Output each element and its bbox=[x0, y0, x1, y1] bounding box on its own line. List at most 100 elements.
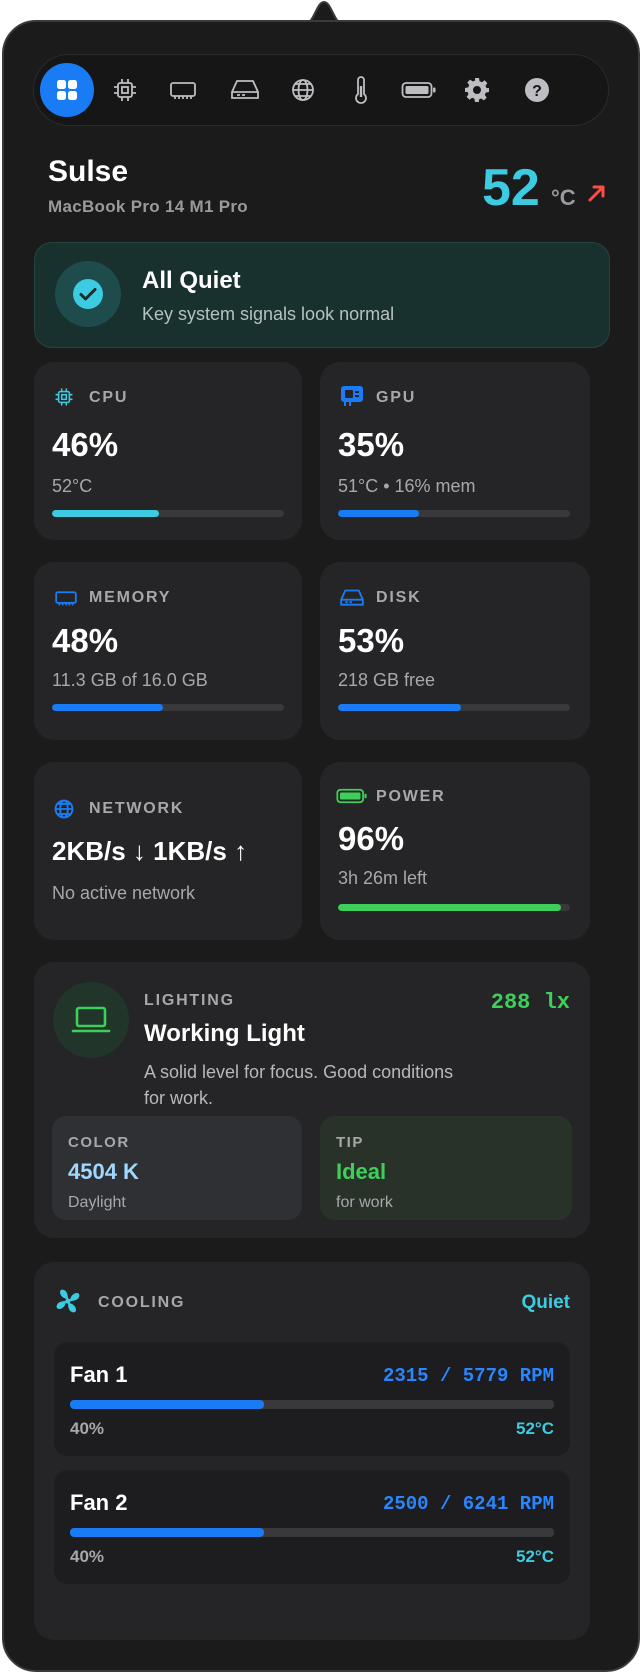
trend-up-icon bbox=[588, 185, 605, 202]
fan-percent: 40% bbox=[70, 1547, 105, 1566]
fan-speed-bar bbox=[70, 1400, 554, 1409]
network-label: NETWORK bbox=[89, 800, 185, 817]
tab-disk[interactable] bbox=[218, 63, 272, 117]
status-icon-badge bbox=[55, 261, 121, 327]
cooling-card[interactable]: COOLING Quiet Fan 1 2315 / 5779 RPM 40% … bbox=[34, 1262, 590, 1640]
cpu-icon bbox=[114, 79, 136, 101]
color-temperature-value: 4504 K bbox=[68, 1159, 139, 1184]
status-banner: All Quiet Key system signals look normal bbox=[34, 242, 610, 348]
network-throughput: 2KB/s ↓ 1KB/s ↑ bbox=[52, 836, 248, 866]
lighting-description-line-2: for work. bbox=[144, 1088, 214, 1108]
battery-time-left: 3h 26m left bbox=[338, 868, 428, 888]
fan-name: Fan 1 bbox=[70, 1362, 128, 1387]
lighting-description: A solid level for focus. Good conditions… bbox=[144, 1059, 453, 1111]
network-status: No active network bbox=[52, 883, 196, 903]
fan-temperature: 52°C bbox=[516, 1419, 554, 1438]
cpu-usage-bar bbox=[52, 510, 284, 517]
memory-icon bbox=[170, 82, 196, 99]
memory-icon bbox=[55, 591, 77, 606]
memory-details: 11.3 GB of 16.0 GB bbox=[52, 670, 208, 690]
disk-usage-fill bbox=[338, 704, 461, 711]
color-temperature-tile: COLOR 4504 K Daylight bbox=[52, 1116, 302, 1220]
gpu-value: 35% bbox=[338, 426, 405, 463]
fan-icon bbox=[56, 1289, 80, 1313]
power-value: 96% bbox=[338, 820, 405, 857]
gear-icon bbox=[465, 78, 489, 102]
tab-battery[interactable] bbox=[392, 63, 446, 117]
gpu-card[interactable]: GPU 35% 51°C • 16% mem bbox=[320, 362, 590, 540]
lighting-title: Working Light bbox=[144, 1020, 305, 1047]
fan-speed-fill bbox=[70, 1400, 264, 1409]
battery-level-fill bbox=[338, 904, 561, 911]
temperature-readout: 52 bbox=[482, 159, 540, 217]
fan-rpm: 2315 / 5779 RPM bbox=[382, 1365, 554, 1387]
disk-free: 218 GB free bbox=[338, 670, 436, 690]
svg-text:?: ? bbox=[532, 83, 542, 100]
tip-description: for work bbox=[336, 1194, 393, 1211]
device-model: MacBook Pro 14 M1 Pro bbox=[48, 197, 248, 216]
fan-name: Fan 2 bbox=[70, 1490, 128, 1515]
temperature-unit: °C bbox=[551, 185, 576, 210]
laptop-icon bbox=[71, 1006, 111, 1033]
power-label: POWER bbox=[376, 788, 446, 805]
tip-label: TIP bbox=[336, 1134, 364, 1151]
disk-icon bbox=[231, 80, 259, 99]
disk-label: DISK bbox=[376, 589, 422, 606]
fan-speed-fill bbox=[70, 1528, 264, 1537]
gpu-label: GPU bbox=[376, 389, 417, 406]
lighting-label: LIGHTING bbox=[144, 992, 235, 1009]
status-title: All Quiet bbox=[142, 267, 241, 294]
fan-temperature: 52°C bbox=[516, 1547, 554, 1566]
tab-memory[interactable] bbox=[156, 63, 210, 117]
memory-value: 48% bbox=[52, 622, 119, 659]
tab-dashboard[interactable] bbox=[40, 63, 94, 117]
battery-level-bar bbox=[338, 904, 570, 911]
cpu-value: 46% bbox=[52, 426, 119, 463]
fan-percent: 40% bbox=[70, 1419, 105, 1438]
cpu-temp: 52°C bbox=[52, 476, 93, 496]
network-icon bbox=[292, 79, 314, 101]
memory-card[interactable]: MEMORY 48% 11.3 GB of 16.0 GB bbox=[34, 562, 302, 740]
cpu-card[interactable]: CPU 46% 52°C bbox=[34, 362, 302, 540]
tip-value: Ideal bbox=[336, 1159, 387, 1184]
power-card[interactable]: POWER 96% 3h 26m left bbox=[320, 762, 590, 940]
color-label: COLOR bbox=[68, 1134, 130, 1151]
tab-thermal[interactable] bbox=[334, 63, 388, 117]
checkmark-icon bbox=[73, 279, 103, 309]
network-card[interactable]: NETWORK 2KB/s ↓ 1KB/s ↑ No active networ… bbox=[34, 762, 302, 940]
device-name: Sulse bbox=[48, 155, 129, 188]
tab-network[interactable] bbox=[276, 63, 330, 117]
tab-help[interactable]: ? bbox=[510, 63, 564, 117]
cooling-mode: Quiet bbox=[521, 1292, 570, 1313]
memory-label: MEMORY bbox=[89, 589, 172, 606]
lighting-icon-badge bbox=[53, 982, 129, 1058]
battery-icon bbox=[336, 788, 367, 804]
gpu-icon bbox=[341, 386, 363, 406]
cooling-label: COOLING bbox=[98, 1294, 186, 1311]
fan-rpm: 2500 / 6241 RPM bbox=[382, 1493, 554, 1515]
toolbar: ? bbox=[33, 54, 609, 126]
lighting-card[interactable]: LIGHTING 288 lx Working Light A solid le… bbox=[34, 962, 590, 1238]
dashboard-icon bbox=[57, 80, 77, 100]
gpu-details: 51°C • 16% mem bbox=[338, 476, 476, 496]
memory-usage-fill bbox=[52, 704, 164, 711]
tip-tile: TIP Ideal for work bbox=[320, 1116, 572, 1220]
color-temperature-description: Daylight bbox=[68, 1194, 126, 1211]
battery-icon bbox=[401, 82, 436, 98]
gpu-usage-fill bbox=[338, 510, 420, 517]
tab-cpu[interactable] bbox=[98, 63, 152, 117]
tab-settings[interactable] bbox=[450, 63, 504, 117]
fan-row: Fan 1 2315 / 5779 RPM 40% 52°C bbox=[54, 1342, 570, 1456]
lighting-description-line-1: A solid level for focus. Good conditions bbox=[144, 1062, 454, 1082]
status-subtitle: Key system signals look normal bbox=[142, 304, 395, 324]
cpu-icon bbox=[55, 388, 73, 406]
memory-usage-bar bbox=[52, 704, 284, 711]
disk-icon bbox=[340, 589, 364, 606]
fan-row: Fan 2 2500 / 6241 RPM 40% 52°C bbox=[54, 1470, 570, 1584]
disk-card[interactable]: DISK 53% 218 GB free bbox=[320, 562, 590, 740]
help-icon: ? bbox=[525, 78, 549, 102]
disk-usage-bar bbox=[338, 704, 570, 711]
disk-value: 53% bbox=[338, 622, 405, 659]
gpu-usage-bar bbox=[338, 510, 570, 517]
cpu-label: CPU bbox=[89, 389, 129, 406]
